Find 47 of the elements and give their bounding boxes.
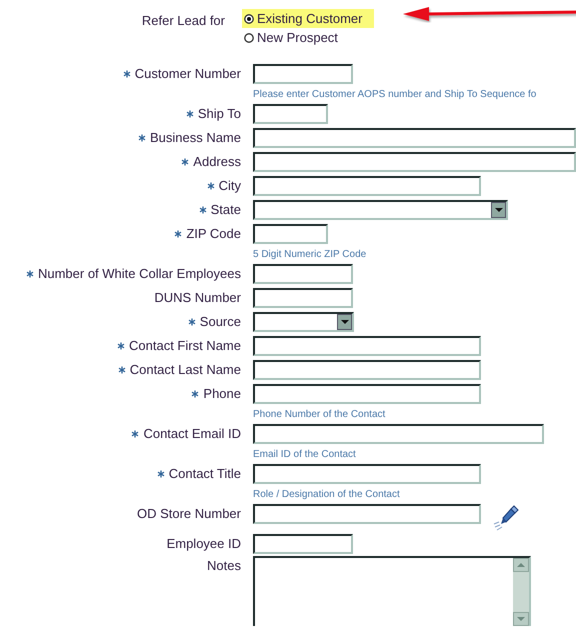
hint-text: Phone Number of the Contact <box>253 408 386 422</box>
field-label: Phone <box>203 385 241 404</box>
input-field[interactable] <box>253 504 481 524</box>
field-label: Ship To <box>198 105 241 124</box>
flashlight-icon[interactable] <box>491 504 519 531</box>
field-label: City <box>218 177 241 196</box>
field-label: Notes <box>207 557 241 575</box>
field-label: Refer Lead for <box>140 12 225 30</box>
field-label: Contact First Name <box>129 337 241 356</box>
field-label: ZIP Code <box>186 225 241 244</box>
input-field[interactable] <box>253 384 481 404</box>
input-field[interactable] <box>253 64 353 84</box>
input-field[interactable] <box>253 534 353 554</box>
field-label: Employee ID <box>166 535 241 554</box>
dropdown[interactable] <box>253 312 354 332</box>
input-field[interactable] <box>253 152 576 172</box>
hint-text: Email ID of the Contact <box>253 448 356 462</box>
field-label: Business Name <box>150 129 241 148</box>
hint-text: 5 Digit Numeric ZIP Code <box>253 248 366 262</box>
input-field[interactable] <box>253 288 353 308</box>
caret-icon <box>340 320 348 324</box>
field-label: Customer Number <box>134 65 241 84</box>
input-field[interactable] <box>253 224 328 244</box>
radio-option[interactable]: Existing Customer <box>242 9 374 28</box>
field-label: Contact Title <box>168 465 241 484</box>
field-label: Contact Last Name <box>130 361 241 380</box>
field-label: State <box>210 201 241 220</box>
hint-text: Role / Designation of the Contact <box>253 488 400 502</box>
field-label: DUNS Number <box>154 289 241 308</box>
field-label: Number of White Collar Employees <box>38 265 241 284</box>
field-label: Contact Email ID <box>143 425 241 444</box>
field-label: Source <box>200 313 241 332</box>
hint-text: Please enter Customer AOPS number and Ship To Sequence fo <box>253 88 536 102</box>
input-field[interactable] <box>253 128 576 148</box>
caret-icon <box>494 208 502 212</box>
field-label: Address <box>193 153 241 172</box>
input-field[interactable] <box>253 176 481 196</box>
input-field[interactable] <box>253 424 544 444</box>
dropdown[interactable] <box>253 200 508 220</box>
field-label: OD Store Number <box>136 505 241 524</box>
input-field[interactable] <box>253 336 481 356</box>
input-field[interactable] <box>253 464 481 484</box>
notes-textarea[interactable] <box>253 556 531 626</box>
input-field[interactable] <box>253 104 328 124</box>
input-field[interactable] <box>253 264 353 284</box>
radio-option[interactable]: New Prospect <box>242 28 374 47</box>
input-field[interactable] <box>253 360 481 380</box>
